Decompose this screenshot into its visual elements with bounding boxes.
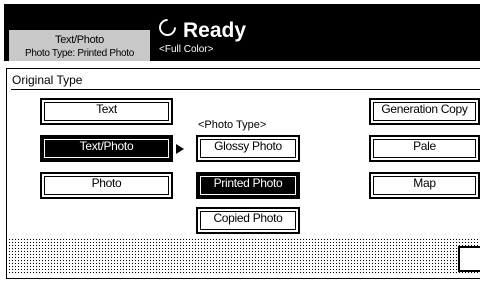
pale-button[interactable]: Pale: [369, 135, 480, 162]
ok-button[interactable]: [458, 246, 480, 272]
printed-photo-button[interactable]: Printed Photo: [196, 172, 300, 199]
mode-tab[interactable]: Text/Photo Photo Type: Printed Photo: [9, 30, 150, 61]
copied-photo-button[interactable]: Copied Photo: [196, 207, 300, 234]
title-divider: [11, 89, 480, 90]
ready-status: Ready: [155, 15, 247, 43]
text-photo-button[interactable]: Text/Photo: [40, 135, 173, 162]
footer-pattern: [8, 238, 480, 274]
ready-text: Ready: [183, 19, 247, 42]
text-button[interactable]: Text: [40, 98, 173, 125]
selection-arrow-icon: [176, 144, 184, 154]
ready-icon: [155, 15, 180, 40]
photo-type-label: <Photo Type>: [198, 119, 267, 131]
photo-button[interactable]: Photo: [40, 172, 173, 199]
generation-copy-button[interactable]: Generation Copy: [369, 98, 480, 125]
map-button[interactable]: Map: [369, 172, 480, 199]
mode-tab-title: Text/Photo: [55, 34, 104, 46]
glossy-photo-button[interactable]: Glossy Photo: [196, 135, 300, 162]
mode-tab-subtitle: Photo Type: Printed Photo: [24, 48, 135, 59]
color-mode-text: <Full Color>: [159, 44, 214, 55]
panel-title: Original Type: [12, 73, 83, 87]
